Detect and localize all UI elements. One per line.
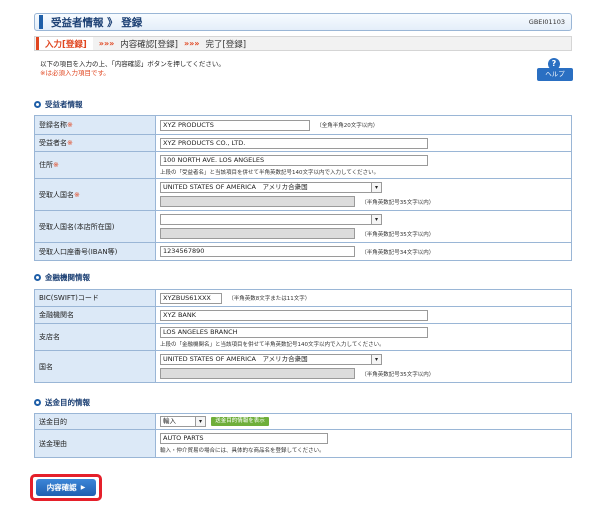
bullet-icon — [34, 399, 41, 406]
registered-name-note: （全角半角20文字以内） — [316, 123, 379, 129]
label-bank-country: 国名 — [34, 350, 156, 383]
step-arrow-icon: »»» — [183, 39, 200, 48]
chevron-down-icon: ▾ — [371, 355, 381, 364]
bic-input[interactable]: XYZBUS61XXX — [160, 292, 222, 304]
label-country: 受取人国名※ — [34, 178, 156, 211]
chevron-down-icon: ▾ — [195, 417, 205, 426]
section-bank: 金融機関情報 — [34, 272, 90, 283]
bic-note: （半角英数8文字または11文字） — [228, 296, 311, 302]
label-beneficiary-name: 受益者名※ — [34, 134, 156, 152]
play-arrow-icon: ▶ — [80, 484, 86, 491]
label-bic: BIC(SWIFT)コード — [34, 289, 156, 307]
confirm-button-label: 内容確認 — [46, 483, 77, 492]
row-purpose: 送金目的 輸入 ▾ 送金目的情報を表示 — [34, 413, 572, 430]
screen-id: GBEI01103 — [528, 18, 565, 26]
required-mark: ※ — [53, 161, 59, 169]
progress-steps: 入力[登録] »»» 内容確認[登録] »»» 完了[登録] — [34, 36, 572, 51]
required-mark: ※ — [67, 139, 73, 147]
branch-country-note: （半角英数記号35文字以内） — [361, 231, 435, 238]
country-name-field — [160, 196, 355, 207]
bank-name-input[interactable]: XYZ BANK — [160, 309, 428, 321]
intro-line1: 以下の項目を入力の上、「内容確認」ボタンを押してください。 — [40, 60, 225, 68]
account-note: （半角英数記号34文字以内） — [361, 249, 435, 256]
intro-text: 以下の項目を入力の上、「内容確認」ボタンを押してください。 ※は必須入力項目です… — [40, 60, 225, 78]
bullet-icon — [34, 274, 41, 281]
bank-country-name-field — [160, 368, 355, 379]
section-beneficiary: 受益者情報 — [34, 99, 83, 110]
row-registered-name: 登録名称※ XYZ PRODUCTS （全角半角20文字以内） — [34, 115, 572, 135]
page-title-bar: 受益者情報 》 登録 GBEI01103 — [34, 13, 572, 31]
confirm-button[interactable]: 内容確認 ▶ — [36, 479, 96, 496]
country-note: （半角英数記号35文字以内） — [361, 199, 435, 206]
label-bank-name: 金融機関名 — [34, 306, 156, 324]
row-branch-country: 受取人国名(本店所在国) ▾ （半角英数記号35文字以内） — [34, 210, 572, 243]
required-mark: ※ — [74, 190, 80, 199]
chevron-down-icon: ▾ — [371, 215, 381, 224]
purpose-select[interactable]: 輸入 ▾ — [160, 416, 206, 427]
help-button-label[interactable]: ヘルプ — [537, 68, 573, 81]
row-country: 受取人国名※ UNITED STATES OF AMERICA アメリカ合衆国 ▾… — [34, 178, 572, 211]
branch-name-input[interactable]: LOS ANGELES BRANCH — [160, 326, 428, 338]
intro-line2: ※は必須入力項目です。 — [40, 69, 110, 77]
help-button[interactable]: ? ヘルプ — [537, 58, 573, 82]
label-branch-country: 受取人国名(本店所在国) — [34, 210, 156, 243]
label-reason: 送金理由 — [34, 429, 156, 458]
bank-country-note: （半角英数記号35文字以内） — [361, 371, 435, 378]
account-number-input[interactable]: 1234567890 — [160, 246, 355, 257]
branch-country-select[interactable]: ▾ — [160, 214, 382, 225]
step-complete: 完了[登録] — [205, 39, 247, 50]
reason-input[interactable]: AUTO PARTS — [160, 433, 328, 444]
row-account: 受取人口座番号(IBAN等) 1234567890 （半角英数記号34文字以内） — [34, 242, 572, 261]
bullet-icon — [34, 101, 41, 108]
beneficiary-name-input[interactable]: XYZ PRODUCTS CO., LTD. — [160, 137, 428, 149]
address-note: 上段の「受益者名」と当該項目を併せて半角英数記号140文字以内で入力してください… — [160, 169, 380, 176]
step-input: 入力[登録] — [36, 37, 93, 50]
branch-country-name-field — [160, 228, 355, 239]
bank-country-select[interactable]: UNITED STATES OF AMERICA アメリカ合衆国 ▾ — [160, 354, 382, 365]
section-bank-title: 金融機関情報 — [45, 273, 90, 282]
section-purpose-title: 送金目的情報 — [45, 398, 90, 407]
step-confirm: 内容確認[登録] — [120, 39, 178, 50]
country-select[interactable]: UNITED STATES OF AMERICA アメリカ合衆国 ▾ — [160, 182, 382, 193]
label-account: 受取人口座番号(IBAN等) — [34, 242, 156, 261]
reason-note: 輸入・仲介貿易の場合には、具体的な商品名を登録してください。 — [160, 448, 325, 454]
row-branch-name: 支店名 LOS ANGELES BRANCH 上段の「金融機関名」と当該項目を併… — [34, 323, 572, 351]
address-input[interactable]: 100 NORTH AVE. LOS ANGELES — [160, 154, 428, 166]
bank-table: BIC(SWIFT)コード XYZBUS61XXX （半角英数8文字または11文… — [34, 289, 572, 383]
purpose-table: 送金目的 輸入 ▾ 送金目的情報を表示 送金理由 AUTO PARTS 輸入・仲介… — [34, 413, 572, 458]
label-address: 住所※ — [34, 151, 156, 179]
row-reason: 送金理由 AUTO PARTS 輸入・仲介貿易の場合には、具体的な商品名を登録し… — [34, 429, 572, 458]
title-accent — [39, 15, 43, 29]
step-arrow-icon: »»» — [98, 39, 115, 48]
submit-highlight: 内容確認 ▶ — [30, 474, 102, 501]
label-registered-name: 登録名称※ — [34, 115, 156, 135]
branch-note: 上段の「金融機関名」と当該項目を併せて半角英数記号140文字以内で入力してくださ… — [160, 341, 385, 348]
row-address: 住所※ 100 NORTH AVE. LOS ANGELES 上段の「受益者名」… — [34, 151, 572, 179]
required-mark: ※ — [67, 121, 73, 129]
row-bank-name: 金融機関名 XYZ BANK — [34, 306, 572, 324]
row-beneficiary-name: 受益者名※ XYZ PRODUCTS CO., LTD. — [34, 134, 572, 152]
row-bank-country: 国名 UNITED STATES OF AMERICA アメリカ合衆国 ▾ （半角… — [34, 350, 572, 383]
label-branch-name: 支店名 — [34, 323, 156, 351]
section-beneficiary-title: 受益者情報 — [45, 100, 83, 109]
label-purpose: 送金目的 — [34, 413, 156, 430]
beneficiary-table: 登録名称※ XYZ PRODUCTS （全角半角20文字以内） 受益者名※ XY… — [34, 115, 572, 261]
show-purpose-info-button[interactable]: 送金目的情報を表示 — [211, 417, 269, 426]
chevron-down-icon: ▾ — [371, 183, 381, 192]
section-purpose: 送金目的情報 — [34, 397, 90, 408]
registered-name-input[interactable]: XYZ PRODUCTS — [160, 119, 310, 131]
row-bic: BIC(SWIFT)コード XYZBUS61XXX （半角英数8文字または11文… — [34, 289, 572, 307]
page-title: 受益者情報 》 登録 — [51, 16, 143, 29]
